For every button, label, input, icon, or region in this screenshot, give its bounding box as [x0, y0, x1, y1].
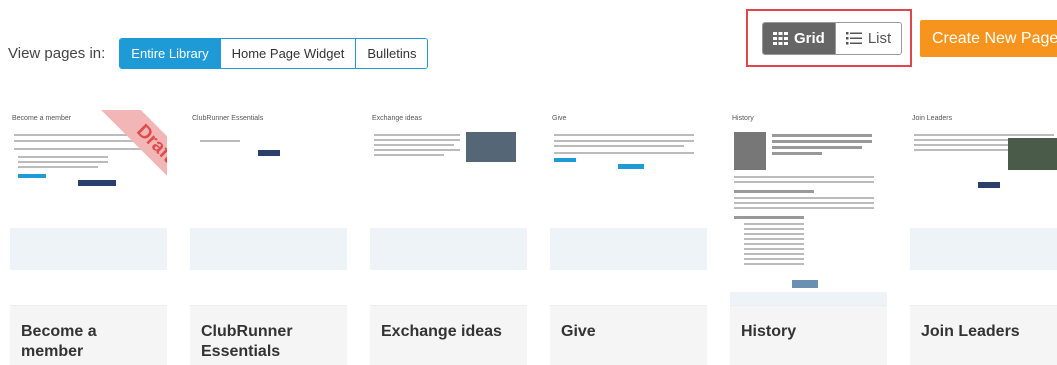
thumbnail-footer [550, 228, 707, 270]
thumbnail-footer [910, 228, 1057, 270]
entire-library-option[interactable]: Entire Library [120, 39, 220, 68]
page-card-caption: History [741, 323, 797, 340]
thumbnail-title: Exchange ideas [372, 115, 422, 122]
page-thumbnail: Give [550, 110, 707, 306]
thumbnail-footer [730, 292, 887, 305]
page-thumbnail: Become a member Draft [10, 110, 167, 306]
page-card-history[interactable]: History History [730, 110, 887, 365]
bulletins-option[interactable]: Bulletins [355, 39, 428, 68]
page-card-clubrunner-essentials[interactable]: ClubRunner Essentials ClubRunner Essenti… [190, 110, 347, 365]
list-label: List [867, 30, 892, 47]
thumbnail-title: Give [552, 115, 567, 122]
create-new-page-button[interactable]: Create New Page [920, 20, 1057, 57]
page-card-exchange-ideas[interactable]: Exchange ideas Exchange ideas [370, 110, 527, 365]
page-card-give[interactable]: Give Give [550, 110, 707, 365]
page-card-caption: ClubRunner Essentials [201, 323, 293, 360]
page-thumbnail: Exchange ideas [370, 110, 527, 306]
thumbnail-title: History [732, 115, 754, 122]
list-view-button[interactable]: List [834, 23, 902, 54]
page-thumbnail: Join Leaders [910, 110, 1057, 306]
grid-view-button[interactable]: Grid [763, 23, 835, 54]
view-toggle-highlight: Grid List [746, 9, 912, 67]
grid-icon [773, 32, 788, 45]
page-card-caption: Join Leaders [921, 323, 1020, 340]
page-card-grid: Become a member Draft Become a member Cl… [10, 110, 1057, 365]
page-thumbnail: ClubRunner Essentials [190, 110, 347, 306]
thumbnail-footer [190, 228, 347, 270]
view-scope-segmented-control: Entire Library Home Page Widget Bulletin… [119, 38, 429, 69]
thumbnail-title: Become a member [12, 115, 72, 122]
page-card-caption: Exchange ideas [381, 323, 502, 340]
thumbnail-title: ClubRunner Essentials [192, 115, 264, 122]
view-pages-label: View pages in: [8, 45, 106, 62]
view-pages-bar: View pages in: Entire Library Home Page … [8, 38, 429, 69]
thumbnail-footer [10, 228, 167, 270]
thumbnail-footer [370, 228, 527, 270]
grid-label: Grid [794, 30, 825, 47]
thumbnail-title: Join Leaders [912, 115, 953, 122]
list-icon [845, 32, 862, 45]
page-card-caption: Give [561, 323, 596, 340]
draft-ribbon: Draft [92, 110, 167, 207]
page-card-caption: Become a member [21, 323, 97, 360]
home-page-widget-option[interactable]: Home Page Widget [219, 39, 356, 68]
page-thumbnail: History [730, 110, 887, 306]
page-card-join-leaders[interactable]: Join Leaders Join Leaders [910, 110, 1057, 365]
grid-list-toggle: Grid List [762, 22, 903, 55]
page-card-become-a-member[interactable]: Become a member Draft Become a member [10, 110, 167, 365]
